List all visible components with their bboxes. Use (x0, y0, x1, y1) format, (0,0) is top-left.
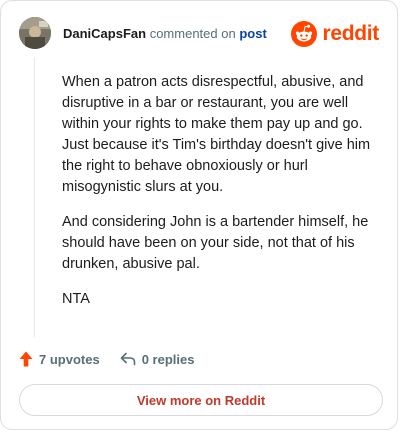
comment-actions: 7 upvotes 0 replies (19, 348, 194, 370)
reply-count: 0 replies (141, 351, 195, 367)
post-link[interactable]: post (239, 26, 266, 41)
reply-arrow-icon (120, 352, 135, 366)
view-more-button[interactable]: View more on Reddit (19, 384, 383, 416)
reddit-logo[interactable]: reddit (291, 20, 379, 48)
byline-action-text: commented on (149, 26, 236, 41)
comment-body: When a patron acts disrespectful, abusiv… (62, 72, 380, 324)
author-name[interactable]: DaniCapsFan (63, 26, 146, 41)
thread-line (34, 57, 35, 337)
comment-embed-card: DaniCapsFan commented on post reddit Whe… (0, 0, 398, 430)
comment-paragraph: And considering John is a bartender hims… (62, 214, 369, 272)
avatar[interactable] (19, 17, 51, 49)
comment-paragraph: NTA (62, 291, 90, 307)
upvote-arrow-icon (19, 351, 33, 367)
reddit-wordmark: reddit (322, 22, 379, 45)
reddit-snoo-icon (291, 21, 318, 47)
comment-header: DaniCapsFan commented on post reddit (19, 15, 379, 53)
reply-button[interactable]: 0 replies (120, 351, 195, 367)
comment-paragraph: When a patron acts disrespectful, abusiv… (62, 74, 371, 195)
upvote-count: 7 upvotes (39, 351, 100, 367)
upvote-button[interactable]: 7 upvotes (19, 351, 100, 367)
byline: DaniCapsFan commented on post (63, 26, 267, 41)
